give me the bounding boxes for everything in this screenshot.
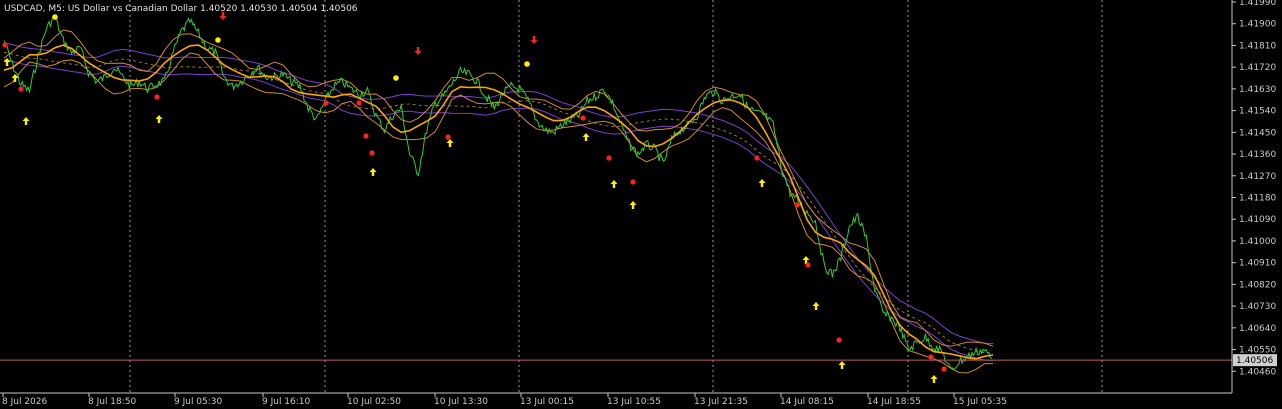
red-dot-marker-12 [794, 202, 800, 208]
y-tick-label-12: 1.40910 [1239, 259, 1276, 269]
red-dot-marker-13 [805, 262, 811, 268]
price-chart[interactable]: 1.41990 1.41900 1.41810 1.41720 1.41630 1.415… [0, 0, 1282, 409]
y-tick-label-0: 1.41990 [1239, 0, 1276, 8]
y-tick-label-13: 1.40820 [1239, 280, 1276, 290]
arrow-up-marker-5 [446, 139, 454, 147]
y-tick-label-10: 1.41090 [1239, 215, 1276, 225]
x-tick-label-2: 9 Jul 05:30 [174, 397, 223, 407]
chart-title: USDCAD, M5: US Dollar vs Canadian Dollar… [4, 4, 358, 14]
x-tick-label-9: 14 Jul 08:15 [780, 397, 834, 407]
yellow-dot-marker-0 [52, 14, 58, 20]
y-tick-label-3: 1.41720 [1239, 63, 1276, 73]
arrow-up-marker-12 [838, 361, 846, 369]
y-tick-label-16: 1.40550 [1239, 346, 1276, 356]
red-dot-marker-11 [754, 155, 760, 161]
x-tick-label-7: 13 Jul 10:55 [607, 397, 661, 407]
arrow-up-marker-6 [582, 133, 590, 141]
yellow-dot-marker-1 [215, 37, 221, 43]
red-dot-marker-3 [323, 100, 329, 106]
y-tick-label-14: 1.40730 [1239, 302, 1276, 312]
arrow-up-marker-8 [629, 201, 637, 209]
y-tick-label-15: 1.40640 [1239, 324, 1276, 334]
x-tick-label-3: 9 Jul 16:10 [262, 397, 311, 407]
y-tick-label-1: 1.41900 [1239, 20, 1276, 30]
red-dot-marker-2 [154, 94, 160, 100]
signal-markers [2, 12, 947, 383]
x-tick-label-1: 8 Jul 18:50 [88, 397, 137, 407]
red-dot-marker-4 [356, 100, 362, 106]
ma-slow-upper [3, 42, 994, 344]
band-lower [3, 52, 994, 374]
arrow-up-marker-2 [22, 117, 30, 125]
x-tick-label-8: 13 Jul 21:35 [694, 397, 748, 407]
y-tick-label-7: 1.41360 [1239, 150, 1276, 160]
arrow-up-marker-4 [369, 168, 377, 176]
red-dot-marker-9 [606, 155, 612, 161]
red-dot-marker-1 [18, 86, 24, 92]
x-tick-label-11: 15 Jul 05:35 [953, 397, 1007, 407]
yellow-dot-marker-3 [524, 61, 530, 67]
arrow-up-marker-3 [155, 115, 163, 123]
y-tick-label-6: 1.41450 [1239, 128, 1276, 138]
band-mid [3, 52, 994, 354]
y-tick-label-2: 1.41810 [1239, 41, 1276, 51]
price-axis: 1.41990 1.41900 1.41810 1.41720 1.41630 1.415… [0, 0, 1277, 394]
smooth-line [3, 44, 994, 360]
red-dot-marker-16 [941, 366, 947, 372]
red-dot-marker-14 [836, 337, 842, 343]
y-tick-label-11: 1.41000 [1239, 237, 1276, 247]
grid-lines [129, 0, 1103, 393]
chart-window[interactable]: 1.41990 1.41900 1.41810 1.41720 1.41630 1.415… [0, 0, 1282, 409]
arrow-down-marker-1 [414, 47, 422, 55]
red-dot-marker-7 [445, 134, 451, 140]
red-dot-marker-5 [363, 133, 369, 139]
x-tick-label-0: 8 Jul 2026 [2, 397, 47, 407]
y-tick-label-4: 1.41630 [1239, 85, 1276, 95]
y-tick-label-9: 1.41180 [1239, 194, 1276, 204]
y-tick-label-8: 1.41270 [1239, 172, 1276, 182]
red-dot-marker-6 [369, 150, 375, 156]
arrow-up-marker-11 [812, 302, 820, 310]
yellow-dot-marker-2 [393, 75, 399, 81]
arrow-up-marker-13 [930, 375, 938, 383]
arrow-up-marker-0 [3, 58, 11, 66]
red-dot-marker-10 [630, 179, 636, 185]
arrow-up-marker-7 [610, 180, 618, 188]
red-dot-marker-8 [580, 115, 586, 121]
x-tick-label-6: 13 Jul 00:15 [520, 397, 574, 407]
current-price-label: 1.40506 [1236, 356, 1273, 366]
series-layer [0, 15, 1232, 374]
red-dot-marker-15 [928, 354, 934, 360]
price-line [3, 15, 992, 370]
x-tick-label-10: 14 Jul 18:55 [867, 397, 921, 407]
band-upper [3, 29, 994, 347]
arrow-up-marker-9 [758, 179, 766, 187]
x-tick-label-5: 10 Jul 13:30 [434, 397, 488, 407]
y-tick-label-17: 1.40460 [1239, 367, 1276, 377]
x-tick-label-4: 10 Jul 02:50 [347, 397, 401, 407]
arrow-down-marker-2 [530, 36, 538, 44]
time-axis: 8 Jul 2026 8 Jul 18:50 9 Jul 05:30 9 Jul 16… [2, 393, 1007, 407]
red-dot-marker-0 [2, 42, 8, 48]
y-tick-label-5: 1.41540 [1239, 107, 1276, 117]
